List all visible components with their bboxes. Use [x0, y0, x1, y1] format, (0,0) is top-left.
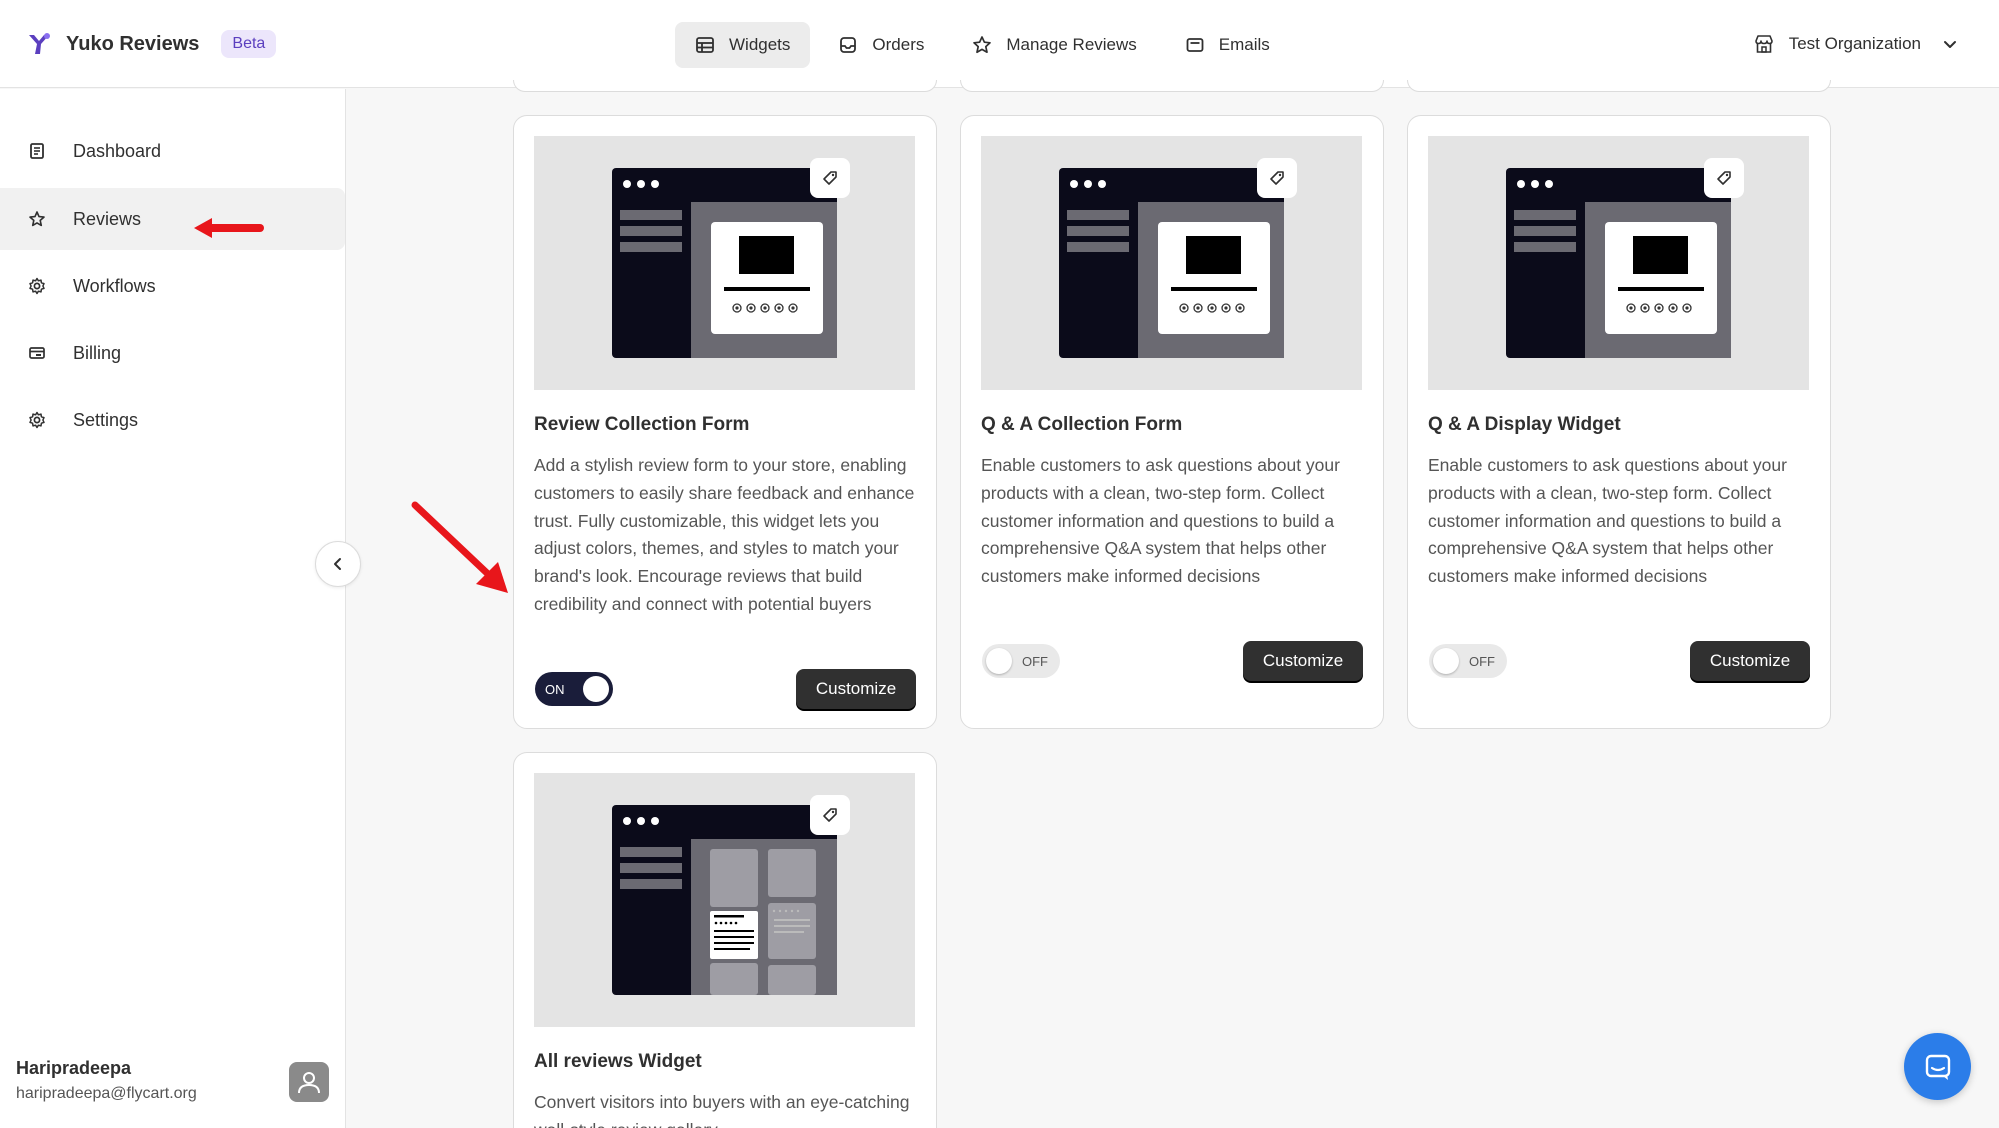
- card-title: Q & A Display Widget: [1428, 414, 1621, 435]
- sidebar-item-dashboard[interactable]: Dashboard: [0, 120, 345, 182]
- sidebar-item-label: Dashboard: [73, 140, 162, 161]
- card-partial: [1407, 80, 1831, 92]
- sidebar-item-label: Billing: [73, 342, 122, 363]
- toggle-knob: [986, 648, 1012, 674]
- tag-button[interactable]: [1704, 158, 1744, 198]
- widget-card-review-collection: Review Collection Form Add a stylish rev…: [513, 115, 937, 729]
- nav-orders[interactable]: Orders: [818, 22, 944, 68]
- top-nav: Widgets Orders Manage Reviews Emails: [675, 22, 1298, 68]
- tag-button[interactable]: [1257, 158, 1297, 198]
- annotation-arrow-diagonal: [411, 501, 508, 593]
- tag-icon: [1717, 171, 1731, 185]
- card-description: Enable customers to ask questions about …: [1428, 455, 1787, 587]
- user-info: Haripradeepa haripradeepa@flycart.org: [16, 1058, 197, 1103]
- card-description: Add a stylish review form to your store,…: [534, 455, 915, 614]
- nav-widgets-label: Widgets: [729, 35, 791, 54]
- form-preview-illustration: [612, 168, 837, 358]
- app-name: Yuko Reviews: [66, 32, 200, 55]
- yuko-logo-icon: [29, 33, 50, 54]
- form-preview-illustration: [1059, 168, 1284, 358]
- card-partial: [513, 80, 937, 92]
- tag-icon: [1270, 171, 1284, 185]
- annotation-arrow-left: [194, 218, 264, 238]
- widget-preview: [534, 773, 915, 1027]
- toggle-label: OFF: [1022, 653, 1048, 669]
- widget-card-qa-collection: Q & A Collection Form Enable customers t…: [960, 115, 1384, 729]
- tag-button[interactable]: [810, 795, 850, 835]
- nav-widgets[interactable]: Widgets: [675, 22, 811, 68]
- toggle-knob: [583, 676, 609, 702]
- email-icon: [1186, 38, 1204, 52]
- toggle-label: ON: [545, 681, 565, 697]
- inbox-icon: [840, 37, 857, 53]
- star-icon: [29, 211, 45, 227]
- card-title: All reviews Widget: [534, 1051, 702, 1072]
- widget-toggle[interactable]: ON: [535, 672, 613, 706]
- form-preview-illustration: [1506, 168, 1731, 358]
- gear-icon: [29, 411, 45, 429]
- tag-icon: [823, 808, 837, 822]
- nav-manage-reviews-label: Manage Reviews: [1006, 35, 1137, 54]
- card-title: Review Collection Form: [534, 414, 750, 435]
- wall-preview-illustration: [612, 805, 837, 995]
- org-name: Test Organization: [1788, 34, 1921, 53]
- customize-button[interactable]: Customize: [1690, 641, 1810, 681]
- star-icon: [973, 36, 992, 54]
- nav-emails[interactable]: Emails: [1165, 22, 1290, 68]
- chevron-left-icon: [334, 558, 341, 570]
- widget-preview: [534, 136, 915, 390]
- chevron-down-icon: [1944, 41, 1956, 48]
- dashboard-icon: [30, 143, 44, 159]
- customize-button[interactable]: Customize: [1243, 641, 1363, 681]
- sidebar-item-settings[interactable]: Settings: [0, 389, 345, 451]
- chat-icon: [1925, 1054, 1950, 1080]
- user-name: Haripradeepa: [16, 1058, 132, 1078]
- store-icon: [1754, 35, 1773, 53]
- sidebar-item-reviews[interactable]: Reviews: [0, 188, 345, 250]
- nav-manage-reviews[interactable]: Manage Reviews: [952, 22, 1156, 68]
- gear-icon: [29, 277, 45, 295]
- nav-emails-label: Emails: [1218, 35, 1270, 54]
- card-partial: [960, 80, 1384, 92]
- chat-launcher-button[interactable]: [1904, 1033, 1971, 1100]
- tag-button[interactable]: [810, 158, 850, 198]
- toggle-label: OFF: [1469, 653, 1495, 669]
- tag-icon: [823, 171, 837, 185]
- user-email: haripradeepa@flycart.org: [16, 1085, 197, 1102]
- collapse-sidebar-button[interactable]: [315, 541, 361, 587]
- top-bar: Yuko Reviews Beta Widgets Orders Manage …: [0, 0, 1999, 88]
- widget-card-all-reviews: All reviews Widget Convert visitors into…: [513, 752, 937, 1128]
- org-switcher[interactable]: Test Organization: [1753, 26, 1959, 62]
- widget-toggle[interactable]: OFF: [982, 644, 1060, 678]
- widget-preview: [1428, 136, 1809, 390]
- sidebar-item-workflows[interactable]: Workflows: [0, 255, 345, 317]
- sidebar-item-label: Workflows: [73, 275, 156, 296]
- card-description: Enable customers to ask questions about …: [981, 455, 1340, 587]
- card-description: Convert visitors into buyers with an eye…: [534, 1092, 910, 1128]
- sidebar-item-label: Reviews: [73, 208, 142, 229]
- widget-card-qa-display: Q & A Display Widget Enable customers to…: [1407, 115, 1831, 729]
- customize-button[interactable]: Customize: [796, 669, 916, 709]
- toggle-knob: [1433, 648, 1459, 674]
- billing-icon: [29, 347, 45, 359]
- nav-orders-label: Orders: [872, 35, 925, 54]
- avatar[interactable]: [289, 1062, 329, 1102]
- sidebar-item-label: Settings: [73, 409, 139, 430]
- sidebar: Dashboard Reviews Workflows Billing Sett…: [0, 89, 346, 1128]
- card-title: Q & A Collection Form: [981, 414, 1183, 435]
- brand[interactable]: Yuko Reviews Beta: [26, 26, 277, 62]
- user-icon: [298, 1072, 320, 1094]
- widget-toggle[interactable]: OFF: [1429, 644, 1507, 678]
- widget-preview: [981, 136, 1362, 390]
- widgets-icon: [696, 37, 714, 53]
- beta-badge: Beta: [221, 30, 277, 58]
- sidebar-item-billing[interactable]: Billing: [0, 322, 345, 384]
